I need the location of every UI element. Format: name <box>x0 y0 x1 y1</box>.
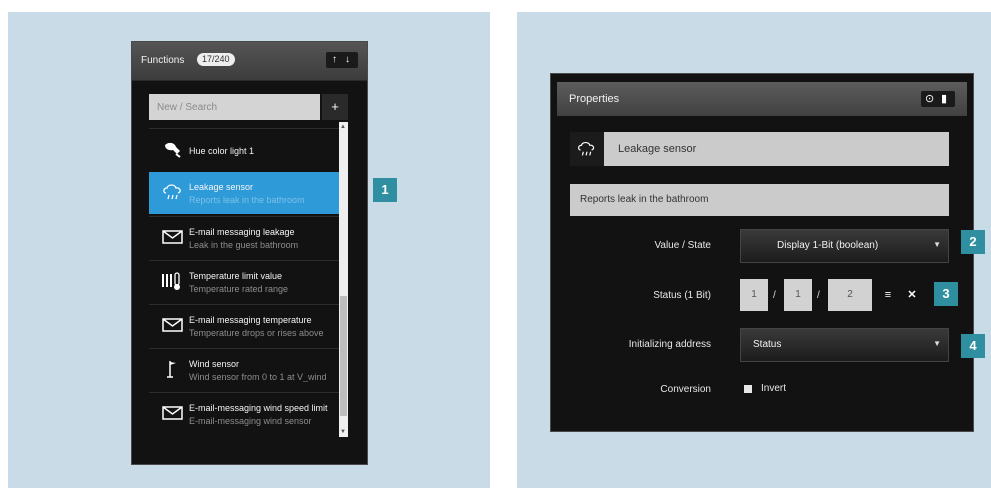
initializing-address-selected: Status <box>753 339 782 350</box>
callout-1: 1 <box>373 178 397 202</box>
function-name: Hue color light 1 <box>189 146 255 156</box>
function-name: Wind sensor <box>189 359 240 369</box>
sort-buttons: ↑ ↓ <box>326 52 358 68</box>
function-description: E-mail-messaging wind sensor <box>189 416 312 426</box>
functions-title: Functions <box>141 55 185 66</box>
envelope-icon <box>161 315 185 335</box>
initializing-address-select[interactable]: Status ▼ <box>740 328 949 362</box>
add-function-button[interactable]: + <box>322 94 348 120</box>
light-bulb-icon <box>161 139 185 159</box>
function-name: E-mail-messaging wind speed limit <box>189 403 328 413</box>
function-description: Leak in the guest bathroom <box>189 240 299 250</box>
thermometer-icon <box>161 271 185 291</box>
callout-3: 3 <box>934 282 958 306</box>
function-description: Temperature drops or rises above <box>189 328 324 338</box>
envelope-icon <box>161 403 185 423</box>
functions-count-badge: 17/240 <box>197 53 235 66</box>
envelope-icon <box>161 227 185 247</box>
conversion-label: Conversion <box>660 384 711 395</box>
list-icon[interactable]: ≡ <box>881 288 895 302</box>
function-name-field[interactable]: Leakage sensor <box>570 132 949 166</box>
scroll-up-arrow-icon[interactable]: ▲ <box>340 124 346 130</box>
function-item-email-temperature[interactable]: E-mail messaging temperature Temperature… <box>149 304 340 347</box>
function-list-scrollbar[interactable]: ▲ ▼ <box>339 122 348 437</box>
leak-sensor-icon[interactable] <box>570 132 604 166</box>
properties-panel: Properties ⊙ ▮ Leakage sensor Reports le… <box>550 73 974 432</box>
status-address-middle-group[interactable]: 1 <box>784 279 812 311</box>
function-description-field[interactable]: Reports leak in the bathroom <box>570 184 949 216</box>
properties-title: Properties <box>569 93 620 105</box>
function-item-wind-sensor[interactable]: Wind sensor Wind sensor from 0 to 1 at V… <box>149 348 340 391</box>
value-state-selected: Display 1-Bit (boolean) <box>777 240 879 251</box>
function-name: E-mail messaging temperature <box>189 315 312 325</box>
search-input[interactable] <box>149 94 320 120</box>
leak-sensor-icon <box>161 182 185 202</box>
function-name: Leakage sensor <box>189 182 254 192</box>
status-address-main-group[interactable]: 1 <box>740 279 768 311</box>
function-item-email-wind-speed[interactable]: E-mail-messaging wind speed limit E-mail… <box>149 392 340 435</box>
scrollbar-thumb[interactable] <box>340 296 347 416</box>
function-description: Wind sensor from 0 to 1 at V_wind <box>189 372 327 382</box>
function-name: E-mail messaging leakage <box>189 227 295 237</box>
initializing-address-label: Initializing address <box>628 339 711 350</box>
status-address-sub-group[interactable]: 2 <box>828 279 872 311</box>
close-icon[interactable]: ✕ <box>905 288 919 302</box>
status-label: Status (1 Bit) <box>653 290 711 301</box>
function-item-temperature-limit[interactable]: Temperature limit value Temperature rate… <box>149 260 340 303</box>
sort-down-button[interactable]: ↓ <box>345 53 350 67</box>
callout-4: 4 <box>961 334 985 358</box>
sort-up-button[interactable]: ↑ <box>332 53 337 67</box>
invert-checkbox[interactable] <box>744 385 752 393</box>
function-list: Hue color light 1 Leakage sensor Reports… <box>149 128 340 436</box>
function-description: Reports leak in the bathroom <box>189 195 305 205</box>
functions-panel: Functions 17/240 ↑ ↓ + Hue color light 1… <box>131 41 368 465</box>
properties-header: Properties ⊙ ▮ <box>557 82 967 116</box>
function-name: Temperature limit value <box>189 271 283 281</box>
address-separator: / <box>817 290 820 301</box>
trash-icon[interactable]: ▮ <box>941 91 947 107</box>
properties-tools: ⊙ ▮ <box>921 91 955 107</box>
chevron-down-icon: ▼ <box>933 240 941 249</box>
function-name-value: Leakage sensor <box>618 143 697 155</box>
chevron-down-icon: ▼ <box>933 339 941 348</box>
function-description-value: Reports leak in the bathroom <box>580 194 709 205</box>
flag-icon <box>161 359 185 379</box>
function-item-leakage-sensor[interactable]: Leakage sensor Reports leak in the bathr… <box>149 172 340 214</box>
callout-2: 2 <box>961 230 985 254</box>
function-description: Temperature rated range <box>189 284 289 294</box>
address-separator: / <box>773 290 776 301</box>
plus-icon: + <box>331 99 339 114</box>
value-state-label: Value / State <box>654 240 711 251</box>
value-state-select[interactable]: Display 1-Bit (boolean) ▼ <box>740 229 949 263</box>
functions-header: Functions 17/240 ↑ ↓ <box>132 42 367 81</box>
target-icon[interactable]: ⊙ <box>925 91 934 107</box>
scroll-down-arrow-icon[interactable]: ▼ <box>340 429 346 435</box>
invert-label: Invert <box>761 383 787 394</box>
function-item-hue-light[interactable]: Hue color light 1 <box>149 128 340 171</box>
function-item-email-leakage[interactable]: E-mail messaging leakage Leak in the gue… <box>149 216 340 259</box>
